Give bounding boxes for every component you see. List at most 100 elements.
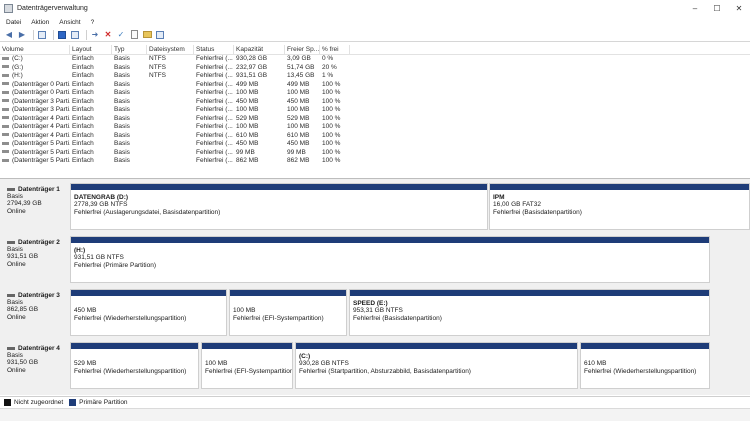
volume-icon: [2, 107, 9, 111]
volume-icon: [2, 99, 9, 103]
check-icon[interactable]: ✓: [116, 30, 126, 40]
volume-row[interactable]: (Datenträger 4 Parti... Einfach Basis Fehle…: [0, 123, 750, 132]
column-header-capacity[interactable]: Kapazität: [234, 45, 285, 54]
partition-block[interactable]: SPEED (E:) 953,31 GB NTFS Fehlerfrei (Basi…: [349, 289, 710, 336]
delete-icon[interactable]: ✕: [103, 30, 113, 40]
column-header-status[interactable]: Status: [194, 45, 234, 54]
disk-management-icon: [4, 4, 13, 13]
volume-cell: 100 MB: [287, 106, 310, 113]
volume-row[interactable]: (C:) Einfach Basis NTFS Fehlerfrei (... 930,2…: [0, 55, 750, 64]
close-button[interactable]: ✕: [728, 0, 750, 17]
partition-block[interactable]: DATENGRAB (D:) 2778,39 GB NTFS Fehlerfrei …: [70, 183, 488, 230]
volume-cell: NTFS: [149, 55, 166, 62]
volume-row[interactable]: (Datenträger 5 Parti... Einfach Basis Fehle…: [0, 157, 750, 166]
volume-cell: [147, 81, 194, 90]
partition-block[interactable]: 450 MB Fehlerfrei (Wiederherstellungspart…: [70, 289, 227, 336]
volume-cell: 100 %: [322, 114, 341, 122]
volume-row[interactable]: (Datenträger 3 Parti... Einfach Basis Fehle…: [0, 98, 750, 107]
disk-name: Datenträger 2: [7, 239, 65, 246]
console-tree-icon[interactable]: [37, 30, 47, 40]
volume-row[interactable]: (Datenträger 0 Parti... Einfach Basis Fehle…: [0, 89, 750, 98]
disk-label[interactable]: Datenträger 2 Basis 931,51 GB Online: [4, 236, 68, 283]
volume-cell: 499 MB: [236, 80, 259, 88]
volume-cell: 3,09 GB: [287, 55, 311, 62]
document-icon[interactable]: [129, 30, 139, 40]
menu-aktion[interactable]: Aktion: [31, 19, 49, 26]
disk-name-text: Datenträger 2: [18, 239, 60, 246]
window-controls: – ☐ ✕: [684, 0, 750, 17]
disk-icon: [7, 294, 15, 298]
disk-map: Datenträger 1 Basis 2794,39 GB Online DATENG…: [0, 178, 750, 395]
partition-block[interactable]: 100 MB Fehlerfrei (EFI-Systempartition): [201, 342, 293, 389]
volume-row[interactable]: (Datenträger 3 Parti... Einfach Basis Fehle…: [0, 106, 750, 115]
partition-size: 2778,39 GB NTFS: [74, 201, 128, 209]
volume-icon: [2, 158, 9, 162]
volume-cell: Fehlerfrei (...: [196, 148, 233, 156]
partition-size: 100 MB: [233, 307, 256, 315]
export-icon[interactable]: [155, 30, 165, 40]
volume-cell: 100 %: [322, 140, 341, 147]
volume-row[interactable]: (Datenträger 0 Parti... Einfach Basis Fehle…: [0, 81, 750, 90]
maximize-button[interactable]: ☐: [706, 0, 728, 17]
disk-label[interactable]: Datenträger 3 Basis 862,85 GB Online: [4, 289, 68, 336]
column-header-volume[interactable]: Volume: [0, 45, 70, 54]
volume-cell: (Datenträger 0 Parti...: [0, 81, 70, 90]
partition-info: 100 MB Fehlerfrei (EFI-Systempartition): [230, 296, 346, 326]
disk-label[interactable]: Datenträger 4 Basis 931,50 GB Online: [4, 342, 68, 389]
menu-datei[interactable]: Datei: [6, 19, 21, 26]
volume-cell: Basis: [114, 140, 130, 147]
volume-cell: Einfach: [72, 148, 94, 156]
volume-cell: [147, 98, 194, 107]
volume-cell: 450 MB: [287, 97, 310, 105]
partition-size: 100 MB: [205, 360, 228, 368]
folder-icon[interactable]: [142, 30, 152, 40]
toolbar-separator: [53, 29, 54, 40]
volume-row[interactable]: (Datenträger 5 Parti... Einfach Basis Fehle…: [0, 149, 750, 158]
volume-cell: Basis: [114, 72, 130, 79]
partition-block[interactable]: 610 MB Fehlerfrei (Wiederherstellungspart…: [580, 342, 710, 389]
volume-row[interactable]: (Datenträger 4 Parti... Einfach Basis Fehle…: [0, 132, 750, 141]
volume-row[interactable]: (Datenträger 5 Parti... Einfach Basis Fehle…: [0, 140, 750, 149]
column-header-free-space[interactable]: Freier Sp...: [285, 45, 320, 54]
column-header-filesystem[interactable]: Dateisystem: [147, 45, 194, 54]
column-header-percent-free[interactable]: % frei: [320, 45, 350, 54]
disk-label[interactable]: Datenträger 1 Basis 2794,39 GB Online: [4, 183, 68, 230]
properties-icon[interactable]: [70, 30, 80, 40]
volume-name: (G:): [12, 63, 24, 71]
volume-name: (Datenträger 4 Parti...: [12, 131, 70, 139]
volume-cell: 450 MB: [236, 97, 259, 105]
menu-help[interactable]: ?: [91, 19, 95, 26]
volume-cell: NTFS: [149, 72, 166, 79]
partition-block[interactable]: (C:) 930,28 GB NTFS Fehlerfrei (Startparti…: [295, 342, 578, 389]
volume-cell: Basis: [114, 97, 130, 105]
volume-cell: Basis: [114, 89, 130, 96]
partition-size: 931,51 GB NTFS: [74, 254, 124, 262]
partition-block[interactable]: 529 MB Fehlerfrei (Wiederherstellungspart…: [70, 342, 199, 389]
disk-size: 931,51 GB: [7, 253, 39, 261]
minimize-button[interactable]: –: [684, 0, 706, 17]
volume-cell: 1 %: [322, 72, 334, 79]
column-header-layout[interactable]: Layout: [70, 45, 112, 54]
connect-icon[interactable]: ➜: [90, 30, 100, 40]
volume-icon: [2, 65, 9, 69]
volume-cell: 100 %: [322, 131, 341, 139]
volume-cell: Fehlerfrei (...: [196, 89, 233, 96]
volume-cell: (Datenträger 0 Parti...: [0, 89, 70, 98]
volume-cell: 450 MB: [287, 140, 310, 147]
volume-row[interactable]: (Datenträger 4 Parti... Einfach Basis Fehle…: [0, 115, 750, 124]
volume-cell: Basis: [114, 80, 130, 88]
partition-block[interactable]: (H:) 931,51 GB NTFS Fehlerfrei (Primäre Pa…: [70, 236, 710, 283]
column-header-type[interactable]: Typ: [112, 45, 147, 54]
volume-cell: 100 MB: [236, 106, 259, 113]
partition-block[interactable]: 100 MB Fehlerfrei (EFI-Systempartition): [229, 289, 347, 336]
volume-row[interactable]: (G:) Einfach Basis NTFS Fehlerfrei (... 232,9…: [0, 64, 750, 73]
volume-row[interactable]: (H:) Einfach Basis NTFS Fehlerfrei (... 931,5…: [0, 72, 750, 81]
volume-cell: [147, 132, 194, 141]
volume-name: (Datenträger 0 Parti...: [12, 89, 70, 96]
volume-name: (Datenträger 5 Parti...: [12, 148, 70, 156]
menu-ansicht[interactable]: Ansicht: [59, 19, 80, 26]
back-arrow-icon[interactable]: ◀: [4, 30, 14, 40]
partition-block[interactable]: IPM 16,00 GB FAT32 Fehlerfrei (Basisdatenp…: [489, 183, 750, 230]
help-icon[interactable]: [57, 30, 67, 40]
forward-arrow-icon[interactable]: ▶: [17, 30, 27, 40]
